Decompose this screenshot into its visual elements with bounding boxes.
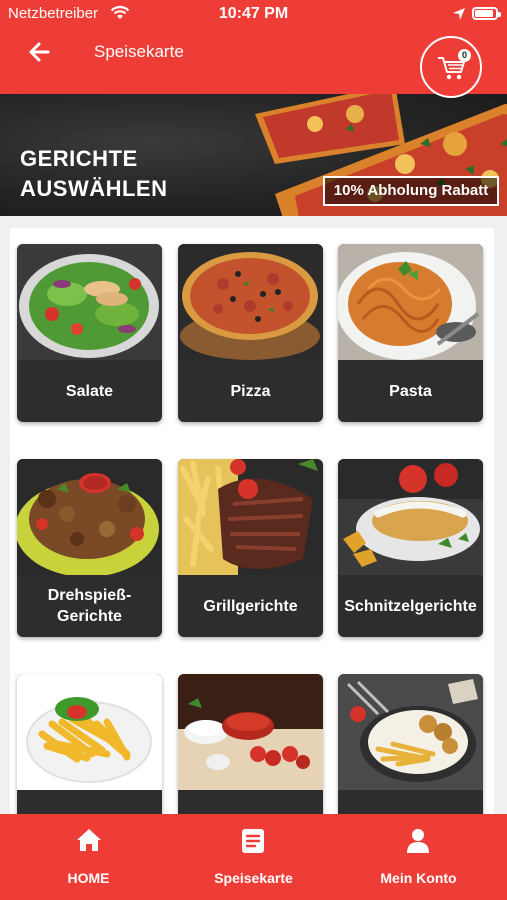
cart-count-badge: 0 <box>458 49 471 62</box>
banner-title-line2: AUSWÄHLEN <box>20 176 168 201</box>
promo-banner: GERICHTE AUSWÄHLEN 10% Abholung Rabatt <box>0 94 507 216</box>
banner-title: GERICHTE AUSWÄHLEN <box>20 144 168 204</box>
skewer-image <box>17 459 162 575</box>
promo-badge: 10% Abholung Rabatt <box>323 176 499 206</box>
nav-label: Speisekarte <box>214 870 293 886</box>
back-arrow-icon[interactable] <box>26 38 54 66</box>
nav-item-home[interactable]: HOME <box>4 814 173 900</box>
bottom-navigation: HOME Speisekarte Mein Konto <box>0 814 507 900</box>
category-card-salate[interactable]: Salate <box>17 244 162 422</box>
category-label <box>178 790 323 814</box>
nav-label: HOME <box>67 870 110 886</box>
nav-label: Mein Konto <box>380 870 457 886</box>
schnitzel-image <box>338 459 483 575</box>
category-card-pizza[interactable]: Pizza <box>178 244 323 422</box>
menu-icon <box>242 829 264 853</box>
category-label: Grillgerichte <box>203 597 298 615</box>
pasta-image <box>338 244 483 360</box>
status-bar: Netzbetreiber 10:47 PM <box>0 0 507 28</box>
category-card-snacks[interactable] <box>338 674 483 814</box>
battery-icon <box>472 7 501 20</box>
clock: 10:47 PM <box>218 5 289 22</box>
location-arrow-icon <box>453 8 465 20</box>
category-card-beilagen[interactable] <box>17 674 162 814</box>
page-title: Speisekarte <box>94 42 184 61</box>
category-card-dips[interactable] <box>178 674 323 814</box>
category-grid-area: Salate Pizza Pasta Drehspieß- Gerichte G… <box>0 216 507 814</box>
nav-item-mein-konto[interactable]: Mein Konto <box>334 814 503 900</box>
category-label: Pasta <box>389 382 432 400</box>
home-icon <box>77 829 101 851</box>
category-card-schnitzelgerichte[interactable]: Schnitzelgerichte <box>338 459 483 637</box>
steak-image <box>178 459 323 575</box>
category-label <box>17 790 162 814</box>
account-icon <box>407 829 429 853</box>
category-card-drehspiess[interactable]: Drehspieß- Gerichte <box>17 459 162 637</box>
category-label <box>338 790 483 814</box>
category-label: Pizza <box>230 382 271 400</box>
fries-image <box>17 674 162 790</box>
pizza-image <box>178 244 323 360</box>
category-label: Schnitzelgerichte <box>344 597 477 615</box>
nav-item-speisekarte[interactable]: Speisekarte <box>169 814 338 900</box>
salad-image <box>17 244 162 360</box>
category-card-pasta[interactable]: Pasta <box>338 244 483 422</box>
category-label: Drehspieß- Gerichte <box>47 587 132 625</box>
category-card-grillgerichte[interactable]: Grillgerichte <box>178 459 323 637</box>
app-bar: Speisekarte 0 <box>0 28 507 98</box>
snacks-image <box>338 674 483 790</box>
dips-image <box>178 674 323 790</box>
banner-title-line1: GERICHTE <box>20 146 138 171</box>
category-label: Salate <box>65 382 114 400</box>
cart-button[interactable]: 0 <box>420 36 482 98</box>
